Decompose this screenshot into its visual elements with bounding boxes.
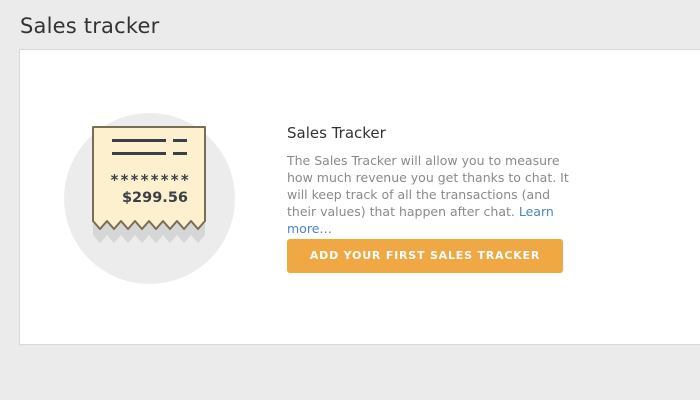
receipt-icon: ******** $299.56	[64, 113, 235, 284]
amount-text: $299.56	[122, 190, 188, 206]
masked-text: ********	[110, 171, 190, 189]
card-heading: Sales Tracker	[287, 124, 386, 142]
card-description: The Sales Tracker will allow you to meas…	[287, 152, 577, 237]
card-content: Sales Tracker The Sales Tracker will all…	[287, 124, 587, 237]
add-sales-tracker-button[interactable]: ADD YOUR FIRST SALES TRACKER	[287, 239, 563, 273]
receipt-illustration: ******** $299.56	[64, 113, 235, 284]
page-title: Sales tracker	[20, 14, 160, 38]
